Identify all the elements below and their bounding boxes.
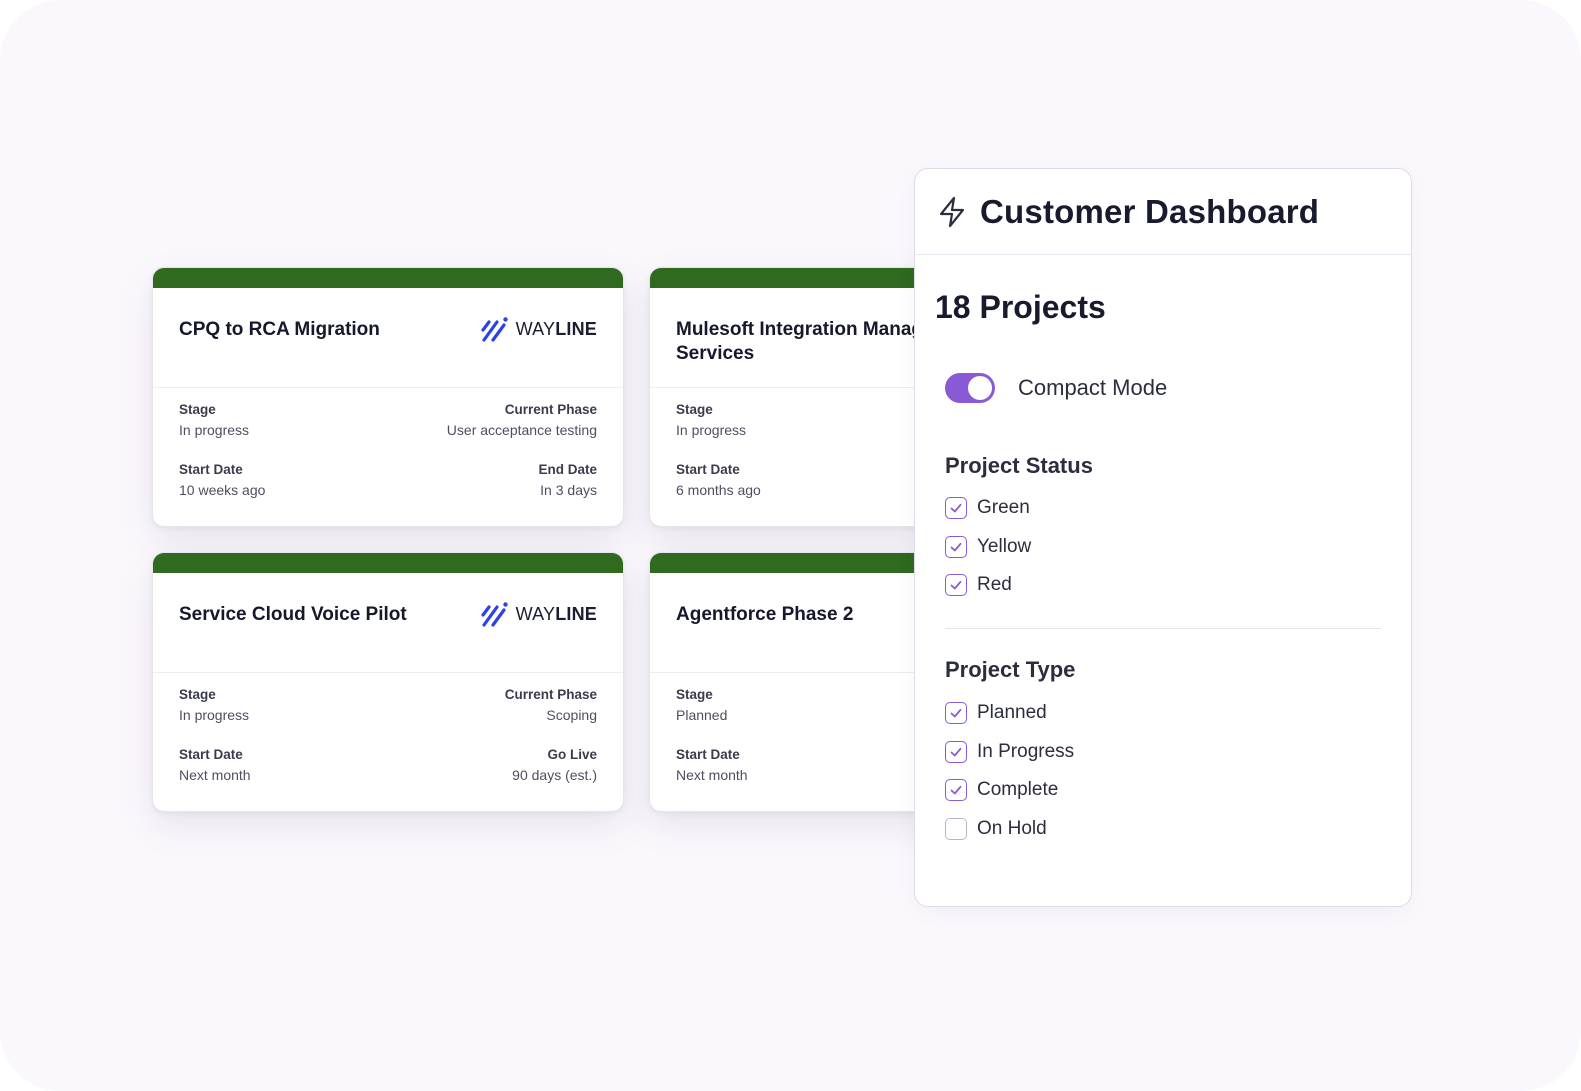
checkbox[interactable] — [945, 574, 967, 597]
check-icon — [950, 709, 962, 718]
card-title: Service Cloud Voice Pilot — [179, 604, 407, 625]
section-divider — [945, 628, 1381, 629]
wayline-logo: WAYLINE — [480, 316, 597, 342]
checkbox-label: On Hold — [977, 817, 1047, 839]
checkbox[interactable] — [945, 817, 967, 840]
start-date-label: Start Date — [676, 747, 740, 762]
compact-mode-row: Compact Mode — [945, 373, 1167, 403]
start-date-value: Next month — [179, 767, 251, 783]
customer-dashboard-panel: Customer Dashboard 18 Projects Compact M… — [914, 168, 1412, 907]
stage-label: Stage — [676, 687, 713, 702]
type-filter-complete[interactable]: Complete — [945, 771, 1074, 810]
wayline-wordmark: WAYLINE — [515, 603, 597, 624]
stage-value: In progress — [179, 422, 250, 438]
start-date-value: 6 months ago — [676, 482, 761, 498]
current-phase-value: User acceptance testing — [446, 422, 597, 438]
checkbox[interactable] — [945, 740, 967, 763]
project-card-service-cloud-voice[interactable]: Service Cloud Voice Pilot WAYLINE Stage … — [152, 552, 624, 812]
stage-value: In progress — [676, 422, 747, 438]
check-icon — [950, 542, 962, 552]
checkbox[interactable] — [945, 779, 967, 802]
page-background: CPQ to RCA Migration WAYLINE Stage In pr… — [0, 0, 1581, 1091]
status-filter-yellow[interactable]: Yellow — [945, 528, 1031, 567]
current-phase-value: Scoping — [546, 707, 597, 723]
checkbox-label: Planned — [977, 702, 1047, 724]
go-live-value: 90 days (est.) — [512, 767, 597, 783]
check-icon — [950, 581, 962, 590]
wayline-mark-icon — [480, 317, 508, 342]
go-live-label: Go Live — [547, 747, 597, 762]
end-date-value: In 3 days — [540, 482, 597, 498]
check-icon — [950, 747, 962, 757]
start-date-label: Start Date — [676, 462, 740, 477]
stage-label: Stage — [676, 402, 713, 417]
card-title: CPQ to RCA Migration — [179, 319, 380, 340]
type-filter-on-hold[interactable]: On Hold — [945, 810, 1074, 849]
project-card-cpq-rca[interactable]: CPQ to RCA Migration WAYLINE Stage In pr… — [152, 267, 624, 527]
project-count: 18 Projects — [935, 289, 1106, 325]
start-date-value: Next month — [676, 767, 748, 783]
checkbox-label: Yellow — [977, 535, 1032, 557]
project-type-heading: Project Type — [945, 657, 1076, 682]
checkbox[interactable] — [945, 535, 967, 558]
type-filter-planned[interactable]: Planned — [945, 694, 1074, 733]
type-filter-in-progress[interactable]: In Progress — [945, 733, 1074, 772]
project-type-filters: Planned In Progress Complete On Hold — [945, 694, 1074, 848]
stage-value: Planned — [676, 707, 728, 723]
compact-mode-label: Compact Mode — [1018, 375, 1168, 400]
check-icon — [950, 786, 962, 795]
wayline-wordmark: WAYLINE — [515, 318, 597, 339]
end-date-label: End Date — [538, 462, 597, 477]
checkbox-label: Complete — [977, 779, 1059, 801]
current-phase-label: Current Phase — [504, 687, 597, 702]
current-phase-label: Current Phase — [504, 402, 597, 417]
checkbox-label: Green — [977, 497, 1030, 519]
start-date-label: Start Date — [179, 462, 243, 477]
bolt-icon — [939, 196, 965, 227]
card-header: CPQ to RCA Migration WAYLINE — [153, 288, 623, 388]
checkbox-label: In Progress — [977, 740, 1075, 762]
status-filter-red[interactable]: Red — [945, 566, 1031, 605]
stage-value: In progress — [179, 707, 250, 723]
compact-mode-toggle[interactable] — [945, 373, 995, 403]
wayline-mark-icon — [480, 602, 508, 627]
card-header: Service Cloud Voice Pilot WAYLINE — [153, 573, 623, 673]
stage-label: Stage — [179, 687, 216, 702]
panel-title: Customer Dashboard — [980, 192, 1320, 230]
status-filter-green[interactable]: Green — [945, 489, 1031, 528]
project-status-filters: Green Yellow Red — [945, 489, 1031, 605]
start-date-value: 10 weeks ago — [179, 482, 266, 498]
checkbox[interactable] — [945, 702, 967, 725]
status-band — [153, 553, 623, 573]
toggle-knob — [968, 376, 992, 400]
panel-header: Customer Dashboard — [915, 169, 1411, 255]
checkbox[interactable] — [945, 497, 967, 520]
status-band — [153, 268, 623, 288]
checkbox-label: Red — [977, 574, 1012, 596]
wayline-logo: WAYLINE — [480, 601, 597, 627]
project-status-heading: Project Status — [945, 453, 1093, 478]
check-icon — [950, 504, 962, 513]
start-date-label: Start Date — [179, 747, 243, 762]
stage-label: Stage — [179, 402, 216, 417]
